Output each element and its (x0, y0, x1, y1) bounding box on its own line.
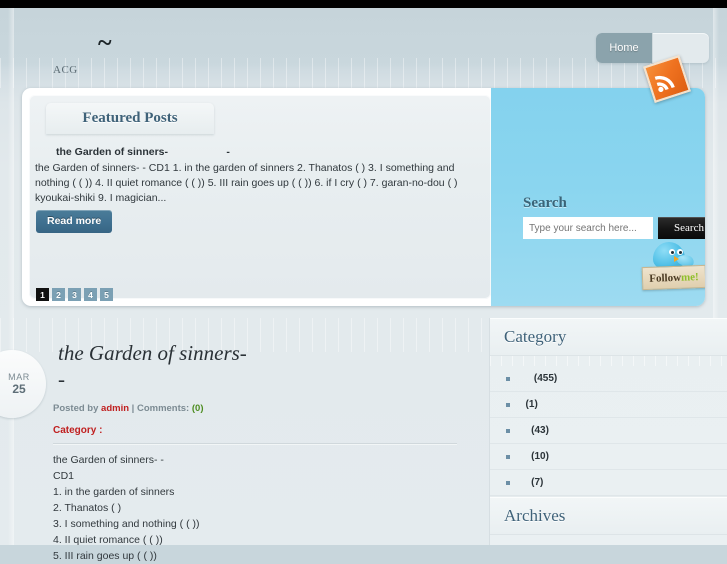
search-panel: Search Search Followme! (491, 88, 705, 306)
category-label: (10) (520, 451, 549, 462)
pager-item-1[interactable]: 1 (36, 288, 49, 301)
sidebar: Category (455) (1) (43) (10) (7) Archive… (489, 318, 727, 545)
category-label: (7) (520, 477, 544, 488)
follow-text: Follow (649, 271, 682, 285)
bullet-icon (506, 480, 510, 485)
pager-item-5[interactable]: 5 (100, 288, 113, 301)
list-item[interactable]: (10) (490, 444, 727, 470)
browser-top-strip (0, 0, 727, 8)
widget-texture (490, 356, 727, 366)
featured-posts-panel: Featured Posts the Garden of sinners- - … (29, 95, 491, 301)
bullet-icon (506, 454, 510, 459)
pager-item-2[interactable]: 2 (52, 288, 65, 301)
read-more-button[interactable]: Read more (36, 210, 113, 233)
category-label: (43) (520, 425, 549, 436)
bullet-icon (506, 376, 510, 381)
search-panel-title: Search (523, 195, 567, 211)
search-button[interactable]: Search (658, 217, 705, 239)
nav-item-home[interactable]: Home (596, 33, 653, 63)
subnav-label-acg[interactable]: ACG (53, 64, 78, 76)
content-area: MAR 25 the Garden of sinners- - Posted b… (0, 318, 727, 562)
widget-header-archives: Archives (490, 496, 727, 535)
post-column: MAR 25 the Garden of sinners- - Posted b… (0, 318, 488, 562)
site-header: ~ Home (0, 8, 727, 63)
bullet-icon (506, 402, 510, 407)
post-title[interactable]: the Garden of sinners- - (58, 340, 458, 392)
category-label: (455) (520, 373, 558, 384)
nav-item-secondary[interactable] (653, 33, 709, 63)
featured-post-excerpt: the Garden of sinners- - CD1 1. in the g… (35, 162, 458, 204)
post-divider (53, 443, 457, 444)
post-date-badge: MAR 25 (0, 350, 46, 418)
pager-item-4[interactable]: 4 (84, 288, 97, 301)
sub-navigation: ACG (0, 60, 727, 86)
category-list: (455) (1) (43) (10) (7) (490, 366, 727, 496)
bullet-icon (506, 428, 510, 433)
site-logo[interactable]: ~ (98, 30, 113, 56)
follow-me-sign: Followme! (641, 264, 705, 291)
post-meta-middle: | Comments: (129, 403, 192, 414)
post-comment-count[interactable]: (0) (192, 403, 204, 414)
follow-accent-text: me! (680, 270, 699, 284)
widget-header-category: Category (490, 318, 727, 356)
tab-featured-posts[interactable]: Featured Posts (46, 103, 214, 134)
read-more-label: Read more (47, 215, 102, 227)
list-item[interactable]: (1) (490, 392, 727, 418)
post-date-day: 25 (12, 382, 26, 396)
featured-posts-card: Featured Posts the Garden of sinners- - … (22, 88, 705, 306)
post-meta: Posted by admin | Comments: (0) (53, 403, 204, 414)
bird-eye-right (677, 249, 683, 255)
category-label: (1) (520, 399, 538, 410)
list-item[interactable]: (455) (490, 366, 727, 392)
widget-title-category: Category (504, 327, 567, 346)
nav-item-home-label: Home (609, 42, 639, 54)
search-form: Search (523, 217, 705, 239)
post-body: the Garden of sinners- - CD1 1. in the g… (53, 454, 200, 562)
main-navigation: Home (596, 33, 709, 63)
post-category-label: Category : (53, 425, 103, 436)
featured-post-title[interactable]: the Garden of sinners- - (56, 146, 476, 158)
twitter-follow-badge[interactable]: Followme! (641, 240, 705, 302)
post-meta-prefix: Posted by (53, 403, 102, 414)
featured-pagination: 1 2 3 4 5 (36, 288, 113, 301)
list-item[interactable]: (43) (490, 418, 727, 444)
search-input[interactable] (523, 217, 653, 239)
bird-beak (674, 256, 679, 262)
post-author-link[interactable]: admin (101, 403, 129, 414)
widget-title-archives: Archives (504, 506, 566, 525)
tab-featured-posts-label: Featured Posts (82, 110, 178, 126)
list-item[interactable]: (7) (490, 470, 727, 496)
bird-eye-left (669, 249, 675, 255)
pager-item-3[interactable]: 3 (68, 288, 81, 301)
